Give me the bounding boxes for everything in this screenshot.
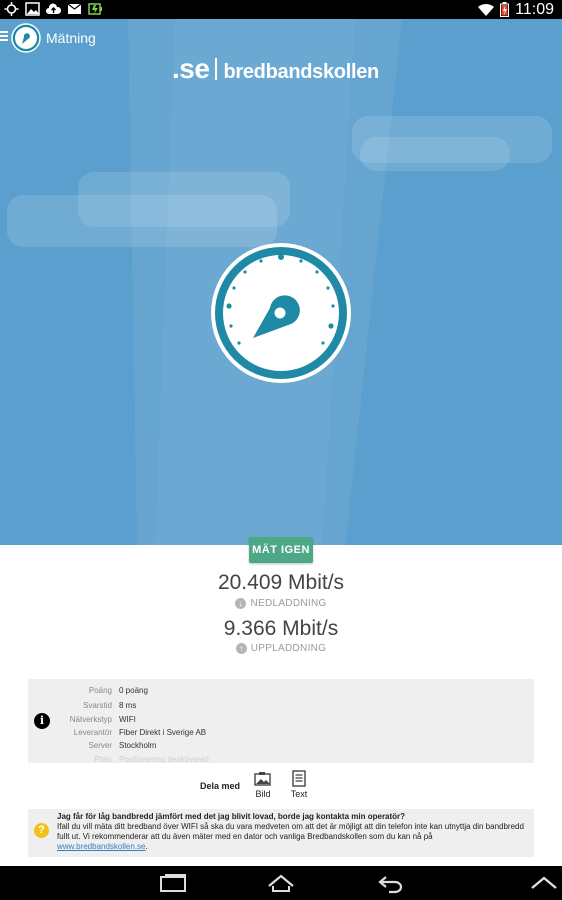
bredbandskollen-logo: .se bredbandskollen [172,55,379,84]
faq-question: Jag får för låg bandbredd jämfört med de… [57,812,406,821]
cloud-decoration [7,195,277,247]
home-icon[interactable] [266,872,296,894]
detail-row: Plats Positionering deaktiverad [28,753,534,763]
upload-speed: 9.366 Mbit/s [223,617,339,640]
logo-name: bredbandskollen [223,61,379,83]
detail-row: Poäng 0 poäng [28,684,534,698]
image-share-icon [254,772,271,786]
cloud-upload-icon [46,3,61,14]
app-title[interactable]: Mätning [46,30,96,46]
bredbandskollen-link[interactable]: www.bredbandskollen.se [57,842,146,851]
image-icon [25,2,40,16]
measurement-details: Poäng 0 poäng Svarstid 8 ms Nätverkstyp WIF… [28,679,534,763]
upload-arrow-icon: ↑ [235,643,247,654]
mail-icon [67,3,82,14]
back-icon[interactable] [376,872,406,894]
download-speed: 20.409 Mbit/s [217,571,345,594]
detail-value: Positionering deaktiverad [119,755,209,763]
upload-label-row: ↑ UPPLADDNING [0,643,562,654]
detail-label: Leverantör [73,728,112,737]
detail-value: 0 poäng [119,686,148,695]
battery-charging-icon [88,3,102,15]
detail-row: Svarstid 8 ms [28,699,534,713]
share-image-label: Bild [255,789,271,799]
download-label: NEDLADDNING [250,598,327,609]
logo-separator [215,58,218,80]
detail-value: 8 ms [119,701,137,710]
detail-label: Svarstid [83,701,112,710]
share-label: Dela med [200,781,241,791]
detail-value: Stockholm [119,741,157,750]
download-label-row: ↓ NEDLADDNING [0,598,562,609]
detail-row: Leverantör Fiber Direkt i Sverige AB [28,726,534,740]
detail-label: Plats [94,755,112,763]
hamburger-icon[interactable] [0,30,8,42]
detail-label: Nätverkstyp [69,715,112,724]
share-image-button[interactable]: Bild [251,771,275,799]
detail-value: Fiber Direkt i Sverige AB [119,728,207,737]
upload-label: UPPLADDNING [250,643,327,654]
detail-label: Poäng [88,686,112,695]
status-bar: 11:09 [0,0,562,19]
download-arrow-icon: ↓ [235,598,247,609]
gps-icon [4,2,19,16]
faq-answer-text: Ifall du vill mäta ditt bredband över WI… [57,822,524,841]
logo-prefix: .se [172,53,210,84]
question-icon: ? [34,823,49,838]
faq-answer: Ifall du vill mäta ditt bredband över WI… [57,822,527,852]
status-right: 11:09 [478,0,554,19]
chevron-up-icon[interactable] [528,872,558,894]
detail-row: Server Stockholm [28,739,534,753]
measure-again-button[interactable]: MÄT IGEN [249,537,313,563]
clock: 11:09 [515,1,554,18]
info-icon[interactable]: i [34,713,50,729]
detail-row: Nätverkstyp WIFI [28,713,534,727]
share-text-label: Text [290,789,308,799]
recent-apps-icon[interactable] [158,872,188,894]
battery-icon [500,2,510,17]
wifi-icon [478,3,495,16]
status-left-icons [4,2,103,16]
share-text-button[interactable]: Text [288,770,310,799]
faq-text: Jag får för låg bandbredd jämfört med de… [57,812,527,852]
speedometer-icon[interactable] [11,23,41,53]
speedometer-gauge-icon [211,243,351,383]
faq-link-suffix: . [145,842,148,851]
navigation-bar [0,866,562,900]
text-share-icon [292,770,306,787]
detail-value: WIFI [119,715,136,724]
cloud-decoration [360,137,510,171]
detail-label: Server [88,741,112,750]
